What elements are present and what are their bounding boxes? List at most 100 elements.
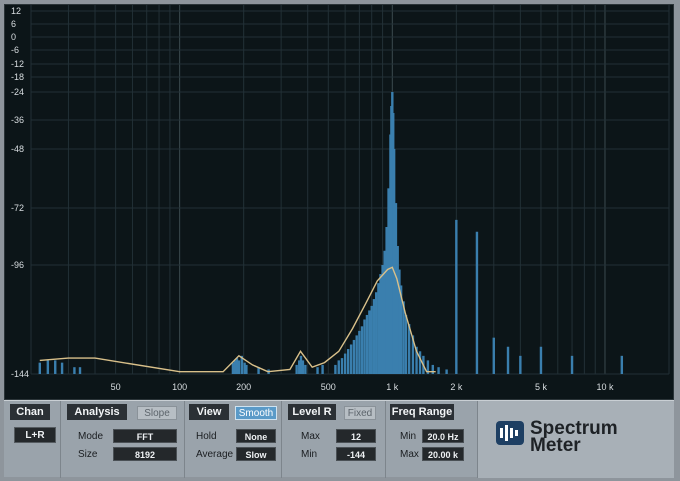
spectrum-bar (570, 355, 574, 374)
y-tick-label: -18 (11, 72, 25, 82)
brand-line-2: Meter (530, 435, 581, 456)
level-min-value[interactable]: -144 (336, 447, 376, 461)
freq-min-value[interactable]: 20.0 Hz (422, 429, 464, 443)
y-tick-label: -144 (11, 369, 30, 379)
spectrum-graph: 50 100 200 500 1 k 2 k 5 k 10 k (30, 5, 670, 392)
x-tick-label: 2 k (450, 382, 463, 392)
spectrum-bar (418, 351, 422, 374)
freq-range-section: Freq Range Min 20.0 Hz Max 20.00 k (386, 401, 478, 478)
size-label: Size (78, 449, 98, 460)
x-tick-label: 100 (172, 382, 187, 392)
spectrum-bar (301, 360, 305, 374)
spectrum-meter-window: 50 100 200 500 1 k 2 k 5 k 10 k 12 6 0 -6 -12 -18 -24… (0, 0, 680, 481)
spectrum-bar (304, 364, 307, 374)
y-tick-label: -72 (11, 203, 25, 213)
mode-label: Mode (78, 431, 104, 442)
spectrum-bar (358, 330, 361, 374)
mode-value[interactable]: FFT (113, 429, 177, 443)
brand-title: Spectrum Meter (530, 419, 618, 456)
spectrum-bar (349, 344, 353, 374)
presonus-logo-icon (496, 421, 524, 445)
spectrum-bar (365, 314, 369, 374)
spectrum-bar (455, 219, 458, 374)
brand-area: Spectrum Meter (478, 401, 674, 478)
analysis-section: Analysis Slope Mode FFT Size 8192 (61, 401, 185, 478)
spectrum-bar (346, 349, 350, 374)
y-tick-label: -96 (11, 260, 25, 270)
spectrum-bar (519, 355, 522, 374)
level-max-label: Max (301, 431, 320, 442)
smooth-toggle[interactable]: Smooth (235, 406, 277, 420)
chan-title: Chan (10, 404, 50, 420)
spectrum-bar (54, 360, 57, 374)
chan-section: Chan L+R (4, 401, 61, 478)
x-tick-label: 10 k (596, 382, 614, 392)
spectrum-bar (620, 355, 624, 374)
spectrum-bar (38, 362, 42, 374)
spectrum-bar (360, 326, 364, 374)
y-tick-label: 6 (11, 19, 17, 29)
spectrum-bar (295, 364, 298, 374)
spectrum-bar (404, 314, 408, 374)
spectrum-plot: 50 100 200 500 1 k 2 k 5 k 10 k 12 6 0 -6 -12 -18 -24… (4, 4, 674, 400)
spectrum-bar (379, 274, 382, 374)
hold-value[interactable]: None (236, 429, 276, 443)
spectrum-bar (60, 362, 64, 374)
spectrum-bar (245, 364, 248, 374)
spectrum-bar (237, 360, 241, 374)
x-tick-label: 500 (321, 382, 336, 392)
spectrum-bar (431, 364, 434, 374)
analysis-title: Analysis (67, 404, 127, 420)
spectrum-bar (78, 367, 82, 374)
freq-max-label: Max (400, 449, 419, 460)
level-section: Level R Fixed Max 12 Min -144 (282, 401, 386, 478)
x-tick-label: 200 (236, 382, 251, 392)
spectrum-bar (316, 367, 319, 374)
spectrum-bar (475, 231, 479, 374)
spectrum-bar (506, 346, 510, 374)
spectrum-bar (352, 339, 356, 374)
spectrum-bar (375, 292, 378, 374)
y-tick-label: -6 (11, 45, 20, 55)
hold-label: Hold (196, 431, 217, 442)
view-section: View Smooth Hold None Average Slow (185, 401, 282, 478)
view-title: View (189, 404, 229, 420)
y-tick-label: -48 (11, 144, 25, 154)
spectrum-bar (539, 346, 543, 374)
spectrum-bar (343, 353, 347, 374)
y-tick-label: 12 (11, 6, 22, 16)
x-tick-label: 1 k (386, 382, 399, 392)
level-min-label: Min (301, 449, 318, 460)
spectrum-bar (73, 367, 76, 374)
slope-toggle[interactable]: Slope (137, 406, 177, 420)
freq-min-label: Min (400, 431, 417, 442)
control-panel: Chan L+R Analysis Slope Mode FFT Size 81… (4, 400, 674, 478)
freq-range-title: Freq Range (390, 404, 454, 420)
spectrum-bar (231, 362, 235, 374)
channel-select-button[interactable]: L+R (14, 427, 56, 443)
spectrum-bar (370, 305, 373, 374)
spectrum-bar (334, 364, 337, 374)
size-value[interactable]: 8192 (113, 447, 177, 461)
y-tick-label: 0 (11, 32, 17, 42)
y-tick-label: -24 (11, 87, 25, 97)
spectrum-bar (377, 283, 380, 374)
spectrum-bar (340, 358, 344, 374)
level-max-value[interactable]: 12 (336, 429, 376, 443)
spectrum-bar (363, 319, 366, 374)
average-value[interactable]: Slow (236, 447, 276, 461)
fixed-toggle[interactable]: Fixed (344, 406, 376, 420)
y-tick-label: -12 (11, 59, 25, 69)
spectrum-bar (46, 360, 50, 374)
spectrum-bar (437, 367, 440, 374)
level-r-title: Level R (288, 404, 336, 420)
spectrum-bar (355, 335, 358, 374)
spectrum-bar (492, 337, 495, 374)
average-label: Average (196, 449, 234, 460)
y-tick-label: -36 (11, 115, 25, 125)
spectrum-bar (445, 369, 448, 374)
freq-max-value[interactable]: 20.00 k (422, 447, 464, 461)
x-tick-label: 5 k (535, 382, 548, 392)
spectrum-bar (372, 299, 376, 374)
spectrum-bar (321, 364, 324, 374)
